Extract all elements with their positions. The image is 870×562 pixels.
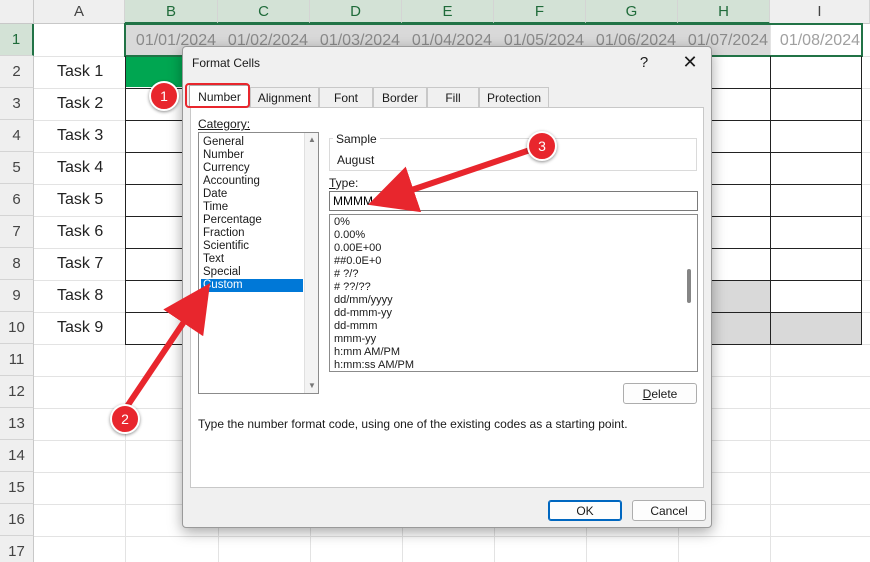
arrow-to-custom xyxy=(125,283,211,408)
callout-badge-1: 1 xyxy=(149,81,179,111)
callout-badge-3: 3 xyxy=(527,131,557,161)
callout-arrows xyxy=(125,147,533,408)
callout-badge-2: 2 xyxy=(110,404,140,434)
arrow-to-type-input xyxy=(367,147,533,213)
